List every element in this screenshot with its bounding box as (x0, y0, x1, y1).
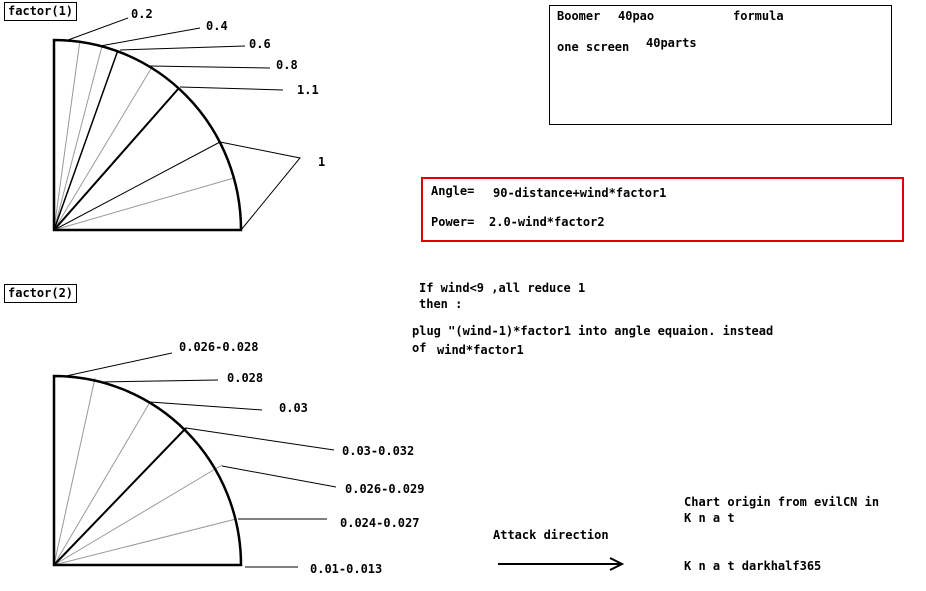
note-line: wind*factor1 (437, 343, 524, 357)
factor2-label: 0.024-0.027 (340, 516, 420, 530)
factor1-label: 0.6 (249, 37, 271, 51)
pao-label: 40pao (618, 9, 655, 23)
parts-label: 40parts (646, 36, 697, 50)
power-label: Power= (431, 215, 475, 229)
factor2-label: 0.03-0.032 (342, 444, 415, 458)
boomer-label: Boomer (557, 9, 601, 23)
factor1-label: 0.2 (131, 7, 153, 21)
power-expression: 2.0-wind*factor2 (489, 215, 605, 229)
factor1-label: 0.4 (206, 19, 228, 33)
angle-expression: 90-distance+wind*factor1 (493, 186, 667, 200)
info-box (549, 5, 892, 125)
factor2-quarter-circle (52, 352, 337, 568)
factor2-label: 0.03 (279, 401, 308, 415)
factor2-label: 0.026-0.029 (345, 482, 425, 496)
factor2-label: 0.028 (227, 371, 264, 385)
factor1-label: 0.8 (276, 58, 298, 72)
formula-label: formula (733, 9, 784, 23)
credit-line: K n a t (684, 511, 735, 525)
one-screen-label: one screen (557, 40, 630, 54)
factor1-label: 1.1 (297, 83, 319, 97)
factor2-label: 0.01-0.013 (310, 562, 383, 576)
note-line: plug "(wind-1)*factor1 into angle equaio… (412, 324, 774, 338)
note-line: then : (419, 297, 463, 311)
credit-line: K n a t darkhalf365 (684, 559, 822, 573)
factor1-title: factor(1) (4, 2, 78, 21)
factor1-label: 1 (318, 155, 326, 169)
note-line: of (412, 341, 427, 355)
attack-direction-arrow (498, 557, 625, 571)
credit-line: Chart origin from evilCN in (684, 495, 880, 509)
factor2-title: factor(2) (4, 284, 78, 303)
factor2-label: 0.026-0.028 (179, 340, 259, 354)
note-line: If wind<9 ,all reduce 1 (419, 281, 586, 295)
angle-label: Angle= (431, 184, 475, 198)
attack-direction-label: Attack direction (493, 528, 609, 542)
